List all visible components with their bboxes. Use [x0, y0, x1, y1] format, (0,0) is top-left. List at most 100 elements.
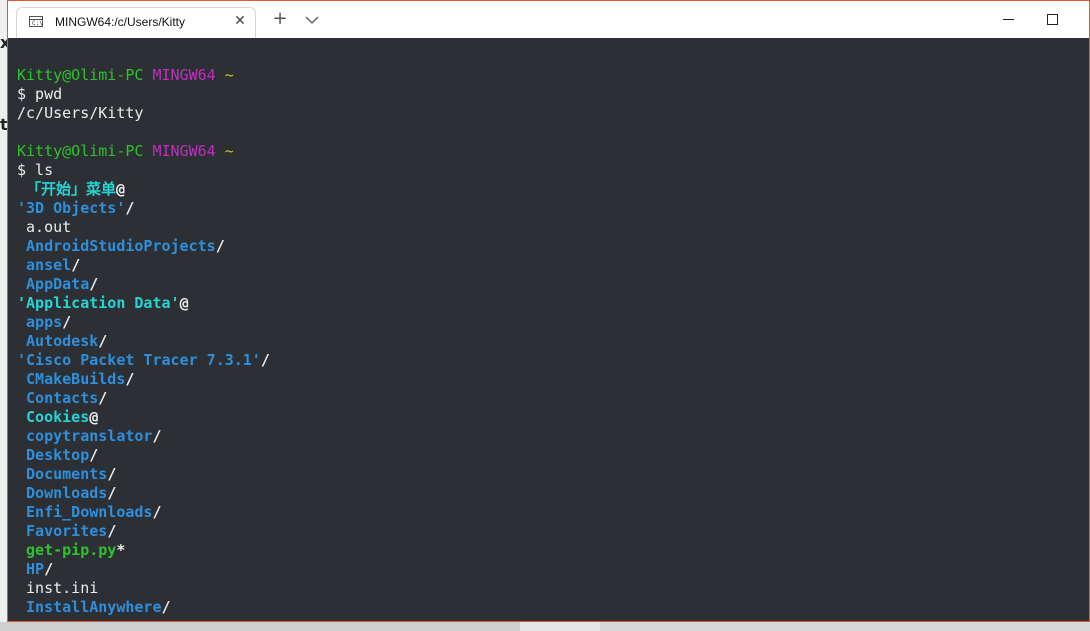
entry-indent: [17, 370, 26, 388]
title-bar: C:\ MINGW64:/c/Users/Kitty ✕ +: [8, 1, 1089, 38]
minimize-icon[interactable]: [999, 10, 1019, 30]
maximize-icon[interactable]: [1043, 10, 1063, 30]
entry-indent: [17, 579, 26, 597]
entry-name: get-pip.py: [26, 541, 117, 559]
entry-name: HP: [26, 560, 45, 578]
entry-indent: [17, 503, 26, 521]
entry-name: 'Cisco Packet Tracer 7.3.1': [17, 351, 261, 369]
prompt-user: Kitty@Olimi-PC: [17, 66, 144, 84]
entry-suffix: /: [125, 370, 135, 388]
plus-icon[interactable]: +: [270, 10, 290, 28]
entry-suffix: /: [152, 427, 162, 445]
entry-indent: [17, 484, 26, 502]
ls-entry: get-pip.py*: [17, 541, 1089, 560]
prompt-shell: MINGW64: [152, 142, 216, 160]
entry-suffix: /: [107, 484, 117, 502]
entry-name: 'Application Data': [17, 294, 180, 312]
entry-suffix: @: [179, 294, 189, 312]
entry-indent: [17, 180, 26, 198]
ls-entry: Autodesk/: [17, 332, 1089, 351]
ls-entry: Cookies@: [17, 408, 1089, 427]
ls-entry: Enfi_Downloads/: [17, 503, 1089, 522]
entry-suffix: /: [62, 313, 72, 331]
entry-indent: [17, 218, 26, 236]
entry-suffix: /: [107, 522, 117, 540]
prompt-shell: MINGW64: [152, 66, 216, 84]
ls-entry: CMakeBuilds/: [17, 370, 1089, 389]
entry-suffix: @: [89, 408, 99, 426]
entry-name: Autodesk: [26, 332, 99, 350]
ls-entry: apps/: [17, 313, 1089, 332]
ls-entry: Favorites/: [17, 522, 1089, 541]
prompt-dir: ~: [224, 142, 234, 160]
ls-entry: Desktop/: [17, 446, 1089, 465]
close-icon[interactable]: ✕: [233, 13, 247, 29]
ls-entry: Documents/: [17, 465, 1089, 484]
entry-suffix: /: [260, 351, 270, 369]
command-line: $ ls: [17, 161, 54, 179]
entry-suffix: /: [98, 389, 108, 407]
entry-suffix: /: [44, 560, 54, 578]
entry-suffix: /: [98, 332, 108, 350]
entry-suffix: /: [125, 199, 135, 217]
ls-output: 「开始」菜单@ '3D Objects'/ a.out AndroidStudio…: [17, 180, 1089, 617]
entry-suffix: /: [161, 598, 171, 616]
entry-indent: [17, 256, 26, 274]
entry-name: CMakeBuilds: [26, 370, 126, 388]
background-strip: [0, 622, 1090, 631]
entry-name: Downloads: [26, 484, 108, 502]
ls-entry: Downloads/: [17, 484, 1089, 503]
chevron-down-icon[interactable]: [304, 12, 320, 26]
entry-suffix: /: [107, 465, 117, 483]
entry-indent: [17, 541, 26, 559]
entry-suffix: /: [215, 237, 225, 255]
entry-indent: [17, 560, 26, 578]
tab-mingw64[interactable]: C:\ MINGW64:/c/Users/Kitty ✕: [16, 7, 256, 38]
entry-name: 「开始」菜单: [26, 180, 117, 198]
entry-indent: [17, 332, 26, 350]
ls-entry: ansel/: [17, 256, 1089, 275]
entry-indent: [17, 522, 26, 540]
ls-entry: AppData/: [17, 275, 1089, 294]
prompt-line: Kitty@Olimi-PC MINGW64 ~: [17, 66, 1089, 85]
ls-entry: 「开始」菜单@: [17, 180, 1089, 199]
entry-name: InstallAnywhere: [26, 598, 162, 616]
terminal-output[interactable]: Kitty@Olimi-PC MINGW64 ~ $ pwd /c/Users/…: [8, 38, 1089, 621]
entry-name: Contacts: [26, 389, 99, 407]
ls-entry: InstallAnywhere/: [17, 598, 1089, 617]
ls-entry: 'Application Data'@: [17, 294, 1089, 313]
entry-suffix: *: [116, 541, 126, 559]
ls-entry: Contacts/: [17, 389, 1089, 408]
output-line: /c/Users/Kitty: [17, 104, 144, 122]
entry-name: ansel: [26, 256, 72, 274]
entry-suffix: /: [89, 275, 99, 293]
entry-name: AppData: [26, 275, 90, 293]
entry-name: copytranslator: [26, 427, 153, 445]
entry-suffix: /: [71, 256, 81, 274]
prompt-line: Kitty@Olimi-PC MINGW64 ~: [17, 142, 1089, 161]
entry-suffix: /: [89, 446, 99, 464]
prompt-user: Kitty@Olimi-PC: [17, 142, 144, 160]
ls-entry: AndroidStudioProjects/: [17, 237, 1089, 256]
terminal-window: C:\ MINGW64:/c/Users/Kitty ✕ + Kitty@Oli…: [7, 0, 1090, 622]
entry-suffix: @: [116, 180, 126, 198]
entry-indent: [17, 313, 26, 331]
ls-entry: a.out: [17, 218, 1089, 237]
ls-entry: HP/: [17, 560, 1089, 579]
entry-name: Cookies: [26, 408, 90, 426]
entry-indent: [17, 598, 26, 616]
entry-name: a.out: [26, 218, 72, 236]
entry-name: Desktop: [26, 446, 90, 464]
entry-indent: [17, 427, 26, 445]
entry-suffix: /: [152, 503, 162, 521]
prompt-dir: ~: [224, 66, 234, 84]
ls-entry: inst.ini: [17, 579, 1089, 598]
entry-indent: [17, 275, 26, 293]
tab-title: MINGW64:/c/Users/Kitty: [55, 15, 186, 29]
entry-name: AndroidStudioProjects: [26, 237, 216, 255]
entry-name: apps: [26, 313, 63, 331]
ls-entry: copytranslator/: [17, 427, 1089, 446]
entry-indent: [17, 465, 26, 483]
entry-name: Favorites: [26, 522, 108, 540]
